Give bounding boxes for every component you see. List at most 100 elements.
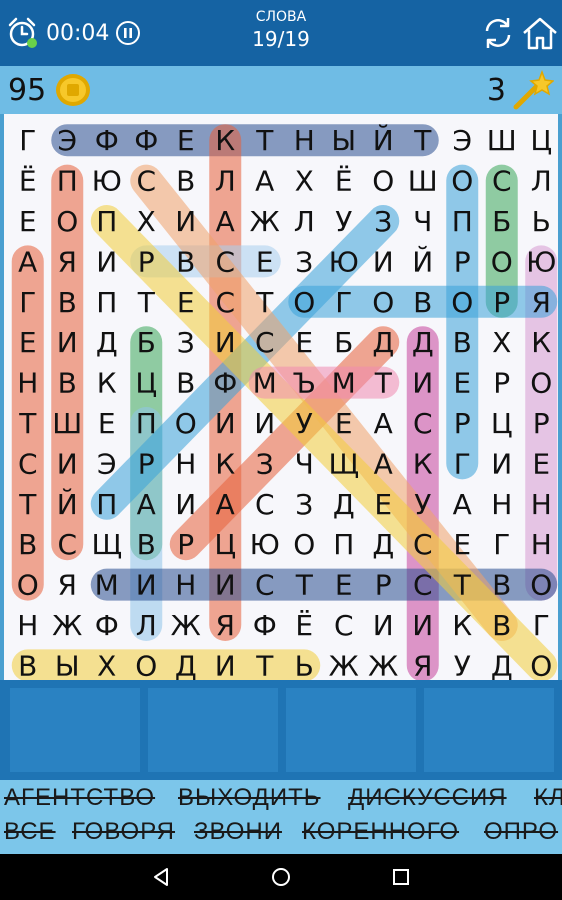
grid-letter[interactable]: Е xyxy=(19,205,37,238)
grid-letter[interactable]: Х xyxy=(137,205,156,238)
grid-letter[interactable]: Я xyxy=(58,245,77,278)
grid-letter[interactable]: Н xyxy=(17,609,38,642)
grid-letter[interactable]: О xyxy=(293,286,315,319)
home-circle-icon[interactable] xyxy=(268,864,294,890)
grid-letter[interactable]: Ъ xyxy=(293,367,316,400)
grid-letter[interactable]: П xyxy=(333,528,354,561)
grid-letter[interactable]: Ш xyxy=(52,407,82,440)
grid-letter[interactable]: О xyxy=(451,286,473,319)
grid-letter[interactable]: Ш xyxy=(408,165,438,198)
grid-letter[interactable]: В xyxy=(176,245,195,278)
grid-letter[interactable]: А xyxy=(216,488,235,521)
grid-letter[interactable]: С xyxy=(18,447,38,480)
grid-letter[interactable]: К xyxy=(452,609,472,642)
grid-letter[interactable]: Й xyxy=(373,123,394,157)
grid-letter[interactable]: Т xyxy=(255,124,274,157)
grid-letter[interactable]: С xyxy=(413,528,433,561)
grid-letter[interactable]: А xyxy=(453,488,472,521)
magic-wand-icon[interactable] xyxy=(512,69,554,111)
grid-letter[interactable]: И xyxy=(175,488,196,521)
grid-letter[interactable]: Э xyxy=(57,124,77,157)
grid-letter[interactable]: У xyxy=(454,649,471,680)
grid-letter[interactable]: Ж xyxy=(171,609,201,642)
grid-letter[interactable]: Н xyxy=(294,124,315,157)
grid-letter[interactable]: В xyxy=(58,286,77,319)
grid-letter[interactable]: С xyxy=(492,165,512,198)
grid-letter[interactable]: И xyxy=(412,367,433,400)
grid-letter[interactable]: Ф xyxy=(134,124,158,157)
grid-letter[interactable]: П xyxy=(57,165,78,198)
grid-letter[interactable]: Ц xyxy=(530,124,552,157)
grid-letter[interactable]: О xyxy=(372,286,394,319)
grid-letter[interactable]: Й xyxy=(412,244,433,278)
grid-letter[interactable]: И xyxy=(136,569,157,602)
grid-letter[interactable]: П xyxy=(96,205,117,238)
grid-letter[interactable]: Р xyxy=(533,407,550,440)
grid-letter[interactable]: О xyxy=(451,165,473,198)
grid-letter[interactable]: Ц xyxy=(214,528,236,561)
grid-letter[interactable]: Р xyxy=(138,447,155,480)
grid-letter[interactable]: И xyxy=(373,245,394,278)
grid-letter[interactable]: Д xyxy=(96,326,118,359)
grid-letter[interactable]: Ё xyxy=(295,609,313,642)
grid-letter[interactable]: Ф xyxy=(213,367,237,400)
grid-letter[interactable]: М xyxy=(95,569,119,602)
grid-canvas[interactable]: Г Э Ф Ф Е К Т Н Ы Й Т Э Ш ЦЁ П Ю С В Л А Х Ё О Ш О С ЛЕ О П Х И А Ж Л У З Ч П… xyxy=(4,114,558,680)
grid-letter[interactable]: Т xyxy=(18,407,37,440)
grid-letter[interactable]: Х xyxy=(97,649,116,680)
grid-letter[interactable]: У xyxy=(414,488,431,521)
grid-letter[interactable]: В xyxy=(176,165,195,198)
grid-letter[interactable]: Ч xyxy=(413,205,432,238)
grid-letter[interactable]: З xyxy=(295,245,313,278)
grid-letter[interactable]: Р xyxy=(454,407,471,440)
grid-letter[interactable]: Г xyxy=(533,609,550,642)
grid-letter[interactable]: С xyxy=(255,488,275,521)
grid-letter[interactable]: С xyxy=(136,165,156,198)
grid-letter[interactable]: Т xyxy=(413,124,432,157)
grid-letter[interactable]: Н xyxy=(175,569,196,602)
grid-letter[interactable]: Г xyxy=(19,286,36,319)
grid-letter[interactable]: П xyxy=(452,205,473,238)
grid-letter[interactable]: И xyxy=(96,245,117,278)
grid-letter[interactable]: М xyxy=(332,367,356,400)
grid-letter[interactable]: Ю xyxy=(526,245,556,278)
grid-letter[interactable]: С xyxy=(413,407,433,440)
grid-letter[interactable]: Я xyxy=(58,569,77,602)
grid-letter[interactable]: Л xyxy=(294,205,315,238)
grid-letter[interactable]: Э xyxy=(452,124,472,157)
grid-letter[interactable]: Л xyxy=(531,165,552,198)
grid-letter[interactable]: Д xyxy=(333,488,355,521)
grid-letter[interactable]: Е xyxy=(453,528,471,561)
grid-letter[interactable]: В xyxy=(58,367,77,400)
hints[interactable]: 3 xyxy=(487,69,554,111)
grid-letter[interactable]: И xyxy=(215,407,236,440)
grid-letter[interactable]: Л xyxy=(136,609,157,642)
grid-letter[interactable]: Ю xyxy=(329,245,359,278)
letter-grid[interactable]: ГЭФФЕКТНЫЙТЭШЦЁПЮСВЛАХЁОШОСЛЕОПХИАЖЛУЗЧП… xyxy=(4,114,558,680)
grid-letter[interactable]: Б xyxy=(137,326,156,359)
grid-letter[interactable]: Ь xyxy=(532,205,551,238)
back-triangle-icon[interactable] xyxy=(148,864,174,890)
grid-letter[interactable]: О xyxy=(293,528,315,561)
grid-letter[interactable]: Е xyxy=(177,286,195,319)
grid-letter[interactable]: Ю xyxy=(250,528,280,561)
grid-letter[interactable]: О xyxy=(372,165,394,198)
grid-letter[interactable]: С xyxy=(413,569,433,602)
grid-letter[interactable]: Н xyxy=(491,488,512,521)
grid-letter[interactable]: Р xyxy=(493,286,510,319)
grid-letter[interactable]: Б xyxy=(334,326,353,359)
grid-letter[interactable]: В xyxy=(453,326,472,359)
grid-letter[interactable]: И xyxy=(57,326,78,359)
grid-letter[interactable]: В xyxy=(492,609,511,642)
grid-letter[interactable]: А xyxy=(18,245,37,278)
grid-letter[interactable]: Г xyxy=(493,528,510,561)
grid-letter[interactable]: Ш xyxy=(487,124,517,157)
grid-letter[interactable]: О xyxy=(17,569,39,602)
grid-letter[interactable]: И xyxy=(215,569,236,602)
grid-letter[interactable]: А xyxy=(374,447,393,480)
grid-letter[interactable]: Ц xyxy=(135,367,157,400)
grid-letter[interactable]: И xyxy=(215,649,236,680)
grid-letter[interactable]: Я xyxy=(216,609,235,642)
grid-letter[interactable]: Ь xyxy=(295,649,314,680)
grid-letter[interactable]: В xyxy=(492,569,511,602)
